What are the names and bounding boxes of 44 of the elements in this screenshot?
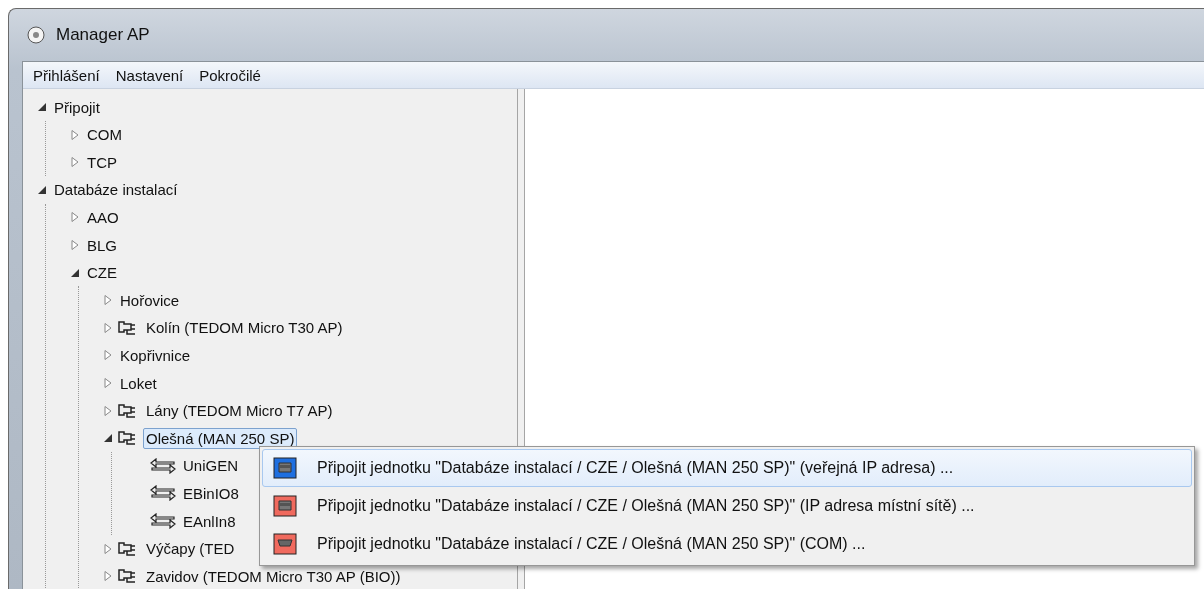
window-title: Manager AP [56, 25, 150, 46]
menu-item[interactable]: Nastavení [109, 64, 190, 86]
tree-item[interactable]: Kopřivnice [117, 344, 194, 366]
expand-triangle-icon[interactable] [70, 129, 80, 140]
expand-triangle-icon[interactable] [103, 350, 113, 361]
tree-item[interactable]: AAO [84, 207, 122, 228]
tree-item[interactable]: TCP [84, 151, 120, 173]
collapse-triangle-icon[interactable] [70, 267, 80, 278]
expand-triangle-icon[interactable] [70, 157, 80, 168]
arrows-icon [150, 485, 176, 502]
collapse-triangle-icon[interactable] [37, 184, 47, 195]
tree-item[interactable]: COM [84, 124, 125, 146]
collapse-triangle-icon[interactable] [103, 433, 113, 444]
expand-triangle-icon[interactable] [103, 295, 113, 306]
tree-item[interactable]: Zavidov (TEDOM Micro T30 AP (BIO)) [143, 565, 404, 587]
context-menu-item[interactable]: Připojit jednotku "Databáze instalací / CZE / Olešná (MAN 250 SP)" (veřejná IP adresa) ... [262, 449, 1192, 487]
tree-item[interactable]: UniGEN [180, 455, 241, 477]
expand-triangle-icon[interactable] [103, 571, 113, 582]
tree-item[interactable]: CZE [84, 262, 120, 284]
expand-triangle-icon[interactable] [103, 378, 113, 389]
menu-item[interactable]: Pokročilé [193, 64, 267, 86]
collapse-triangle-icon[interactable] [37, 102, 47, 113]
tree-item[interactable]: Hořovice [117, 289, 183, 311]
expand-triangle-icon[interactable] [103, 543, 113, 554]
tree-item[interactable]: BLG [84, 234, 120, 256]
expand-triangle-icon[interactable] [70, 240, 80, 251]
tree-item[interactable]: Databáze instalací [51, 179, 181, 201]
tree-item[interactable]: Loket [117, 372, 160, 394]
tree-item[interactable]: Lány (TEDOM Micro T7 AP) [143, 400, 336, 422]
tree-item[interactable]: Výčapy (TED [143, 538, 238, 560]
tree-item[interactable]: EBinIO8 [180, 482, 242, 504]
tree-item[interactable]: Olešná (MAN 250 SP) [143, 427, 298, 449]
expand-triangle-icon[interactable] [103, 405, 113, 416]
menu-item[interactable]: Přihlášení [27, 64, 106, 86]
expand-triangle-icon[interactable] [70, 212, 80, 223]
context-menu-item[interactable]: Připojit jednotku "Databáze instalací / CZE / Olešná (MAN 250 SP)" (COM) ... [262, 525, 1192, 563]
arrows-icon [150, 513, 176, 529]
tree-item[interactable]: EAnlIn8 [180, 510, 239, 532]
app-icon [26, 24, 46, 47]
arrows-icon [150, 457, 176, 474]
expand-triangle-icon[interactable] [103, 322, 113, 333]
context-menu-item[interactable]: Připojit jednotku "Databáze instalací / CZE / Olešná (MAN 250 SP)" (IP adresa místní sítě) ... [262, 487, 1192, 525]
tree-item[interactable]: Připojit [51, 96, 103, 118]
tree-item[interactable]: Kolín (TEDOM Micro T30 AP) [143, 317, 346, 339]
